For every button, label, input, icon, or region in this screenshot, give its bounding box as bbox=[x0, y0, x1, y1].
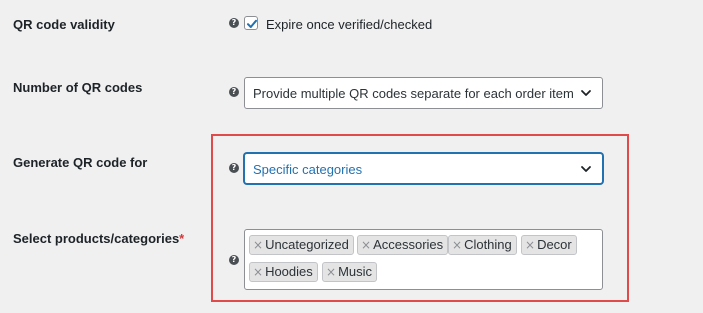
chip-label: Accessories bbox=[373, 237, 444, 252]
chip-music: × Music bbox=[322, 262, 378, 282]
number-of-qr-codes-select[interactable]: Provide multiple QR codes separate for e… bbox=[244, 77, 603, 109]
expire-once-verified-checkbox[interactable] bbox=[244, 16, 258, 30]
chip-label: Music bbox=[338, 264, 373, 279]
remove-x-icon[interactable]: × bbox=[525, 238, 535, 252]
chevron-down-icon bbox=[581, 90, 591, 96]
generate-qr-code-for-select[interactable]: Specific categories bbox=[244, 153, 603, 184]
chip-hoodies: × Hoodies bbox=[249, 262, 318, 282]
help-icon[interactable]: ? bbox=[229, 163, 239, 173]
products-categories-multiselect[interactable]: × Uncategorized × Accessories × Clothing × D… bbox=[244, 229, 603, 290]
required-mark: * bbox=[179, 231, 185, 246]
label-select-products-categories-text: Select products/categories bbox=[13, 231, 180, 246]
remove-x-icon[interactable]: × bbox=[253, 265, 263, 279]
chip-label: Clothing bbox=[464, 237, 512, 252]
help-icon[interactable]: ? bbox=[229, 87, 239, 97]
help-icon[interactable]: ? bbox=[229, 255, 239, 265]
chip-uncategorized: × Uncategorized bbox=[249, 235, 354, 255]
chip-clothing: × Clothing bbox=[448, 235, 517, 255]
chip-label: Decor bbox=[537, 237, 572, 252]
label-number-of-qr-codes: Number of QR codes bbox=[13, 80, 143, 95]
label-generate-qr-code-for: Generate QR code for bbox=[13, 155, 148, 170]
help-icon[interactable]: ? bbox=[229, 18, 239, 28]
chip-accessories: × Accessories bbox=[357, 235, 449, 255]
chip-label: Hoodies bbox=[265, 264, 313, 279]
generate-qr-code-for-value: Specific categories bbox=[253, 162, 363, 177]
label-qr-code-validity: QR code validity bbox=[13, 17, 115, 32]
chevron-down-icon bbox=[581, 166, 591, 172]
chip-label: Uncategorized bbox=[265, 237, 349, 252]
label-select-products-categories: Select products/categories* bbox=[13, 231, 184, 246]
chip-decor: × Decor bbox=[521, 235, 577, 255]
expire-once-verified-label[interactable]: Expire once verified/checked bbox=[266, 17, 432, 32]
checkmark-icon bbox=[247, 19, 257, 28]
remove-x-icon[interactable]: × bbox=[253, 238, 263, 252]
remove-x-icon[interactable]: × bbox=[452, 238, 462, 252]
remove-x-icon[interactable]: × bbox=[326, 265, 336, 279]
remove-x-icon[interactable]: × bbox=[361, 238, 371, 252]
number-of-qr-codes-value: Provide multiple QR codes separate for e… bbox=[253, 86, 574, 101]
